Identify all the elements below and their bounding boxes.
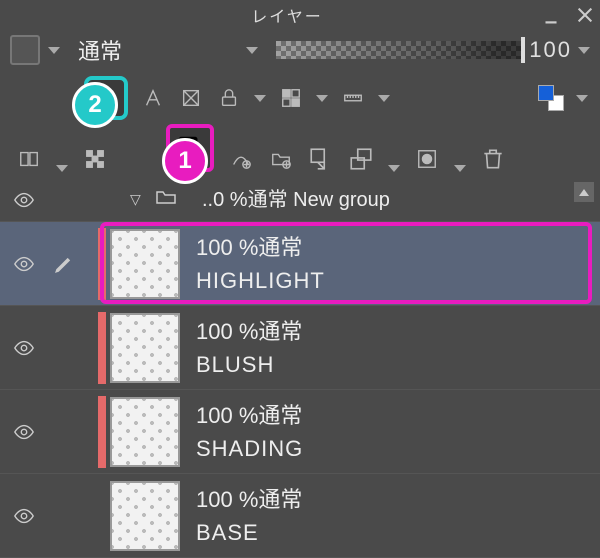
merge-down-button[interactable] xyxy=(348,146,374,172)
layer-thumbnail xyxy=(110,229,180,299)
layer-color-dropdown-icon[interactable] xyxy=(48,47,60,54)
lock-layer-button[interactable] xyxy=(216,85,242,111)
merge-caret-icon[interactable] xyxy=(388,165,400,172)
clip-indicator xyxy=(98,312,106,384)
layer-row-shading[interactable]: 100 %通常 SHADING xyxy=(0,390,600,474)
layer-mask-caret-icon[interactable] xyxy=(454,165,466,172)
active-edit-icon xyxy=(46,253,82,275)
new-vector-layer-button[interactable] xyxy=(228,146,254,172)
color-indicator-caret-icon[interactable] xyxy=(576,95,588,102)
clip-indicator xyxy=(98,228,106,300)
clip-indicator xyxy=(98,396,106,468)
opacity-slider[interactable]: 100 xyxy=(276,37,590,63)
layer-thumbnail xyxy=(110,481,180,551)
visibility-toggle[interactable] xyxy=(6,421,42,443)
blend-mode-value: 通常 xyxy=(78,34,122,66)
menu-icon[interactable] xyxy=(6,2,32,28)
mask-dropdown-icon[interactable] xyxy=(316,95,328,102)
layer-thumbnail xyxy=(110,397,180,467)
two-panes-button[interactable] xyxy=(16,146,42,172)
layer-info: 100 %通常 xyxy=(196,231,325,264)
close-icon[interactable] xyxy=(576,6,594,24)
minimize-icon[interactable] xyxy=(542,6,560,24)
panel-title: レイヤー xyxy=(32,3,542,27)
mask-related-button[interactable] xyxy=(278,85,304,111)
visibility-toggle[interactable] xyxy=(6,337,42,359)
ruler-dropdown-icon[interactable] xyxy=(378,95,390,102)
group-collapse-caret-icon[interactable]: ▽ xyxy=(130,191,148,208)
group-name: New group xyxy=(293,189,390,211)
reference-layer-button[interactable] xyxy=(140,85,166,111)
clip-to-layer-below-button[interactable] xyxy=(84,76,128,120)
layer-mask-button[interactable] xyxy=(414,146,440,172)
layer-info: 100 %通常 xyxy=(196,315,302,348)
group-info: ..0 %通常 xyxy=(202,189,288,211)
layer-row-base[interactable]: 100 %通常 BASE xyxy=(0,474,600,558)
delete-layer-button[interactable] xyxy=(480,146,506,172)
layer-name: BLUSH xyxy=(196,348,302,381)
visibility-toggle[interactable] xyxy=(6,253,42,275)
layer-row-highlight[interactable]: 100 %通常 HIGHLIGHT xyxy=(0,222,600,306)
opacity-track xyxy=(276,41,523,59)
blend-mode-caret-icon xyxy=(246,47,258,54)
visibility-toggle[interactable] xyxy=(6,189,42,211)
new-folder-button[interactable] xyxy=(268,146,294,172)
blend-mode-select[interactable]: 通常 xyxy=(68,35,268,65)
new-raster-layer-button[interactable] xyxy=(166,124,214,172)
layer-name: SHADING xyxy=(196,432,303,465)
layer-info: 100 %通常 xyxy=(196,399,303,432)
layer-group-row[interactable]: ▽ ..0 %通常 New group xyxy=(0,178,600,222)
layer-thumbnail xyxy=(110,313,180,383)
panes-caret-icon[interactable] xyxy=(56,165,68,172)
transfer-to-lower-button[interactable] xyxy=(308,146,334,172)
layer-info: 100 %通常 xyxy=(196,483,302,516)
visibility-toggle[interactable] xyxy=(6,505,42,527)
layer-color-swatch[interactable] xyxy=(10,35,40,65)
layer-name: HIGHLIGHT xyxy=(196,264,325,297)
draft-layer-button[interactable] xyxy=(178,85,204,111)
scroll-up-button[interactable] xyxy=(574,182,594,202)
ruler-button[interactable] xyxy=(340,85,366,111)
lock-dropdown-icon[interactable] xyxy=(254,95,266,102)
layer-name: BASE xyxy=(196,516,302,549)
folder-icon xyxy=(152,185,180,214)
layers-list: ▽ ..0 %通常 New group 100 %通常 HIGHLIGHT xyxy=(0,178,600,558)
opacity-value: 100 xyxy=(529,37,572,63)
layer-row-blush[interactable]: 100 %通常 BLUSH xyxy=(0,306,600,390)
layer-color-indicator[interactable] xyxy=(538,85,564,111)
opacity-caret-icon[interactable] xyxy=(578,47,590,54)
checker-display-button[interactable] xyxy=(82,146,108,172)
